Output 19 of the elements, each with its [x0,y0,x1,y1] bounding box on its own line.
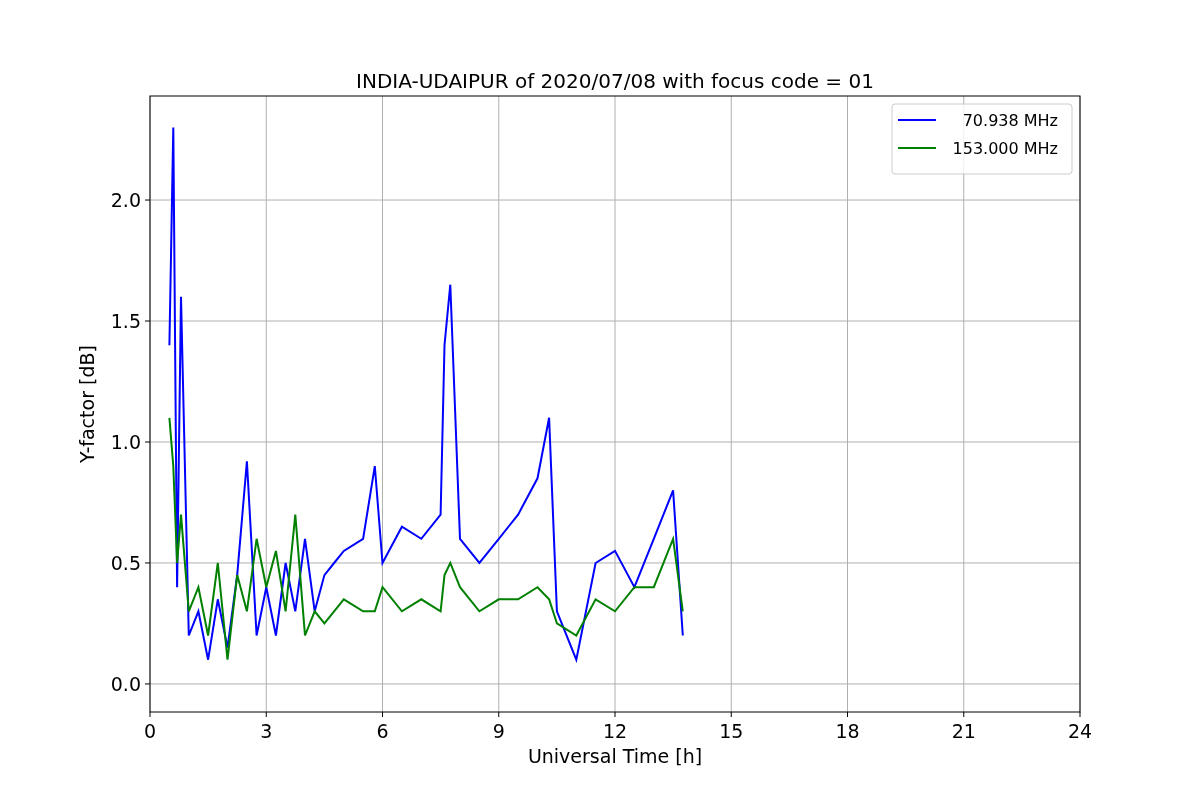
legend-label: 70.938 MHz [962,111,1058,130]
tick-label: 0 [143,720,157,742]
axis-label: Y-factor [dB] [76,345,98,463]
tick-label: 3 [260,720,273,742]
chart-title: INDIA-UDAIPUR of 2020/07/08 with focus code = 01 [356,69,874,93]
tick-label: 0.0 [110,672,141,695]
legend-label: 153.000 MHz [952,139,1058,158]
tick-label: 24 [1067,720,1093,742]
tick-label: 21 [951,720,976,742]
tick-label: 1.0 [110,431,141,453]
tick-label: 18 [835,720,860,742]
tick-label: 2.0 [110,189,141,212]
tick-label: 15 [719,720,744,742]
tick-label: 1.5 [110,310,141,332]
tick-label: 12 [602,720,628,742]
tick-label: 9 [492,720,505,742]
tick-label: 6 [376,720,389,742]
axis-label: Universal Time [h] [527,745,703,767]
tick-label: 0.5 [110,551,141,574]
